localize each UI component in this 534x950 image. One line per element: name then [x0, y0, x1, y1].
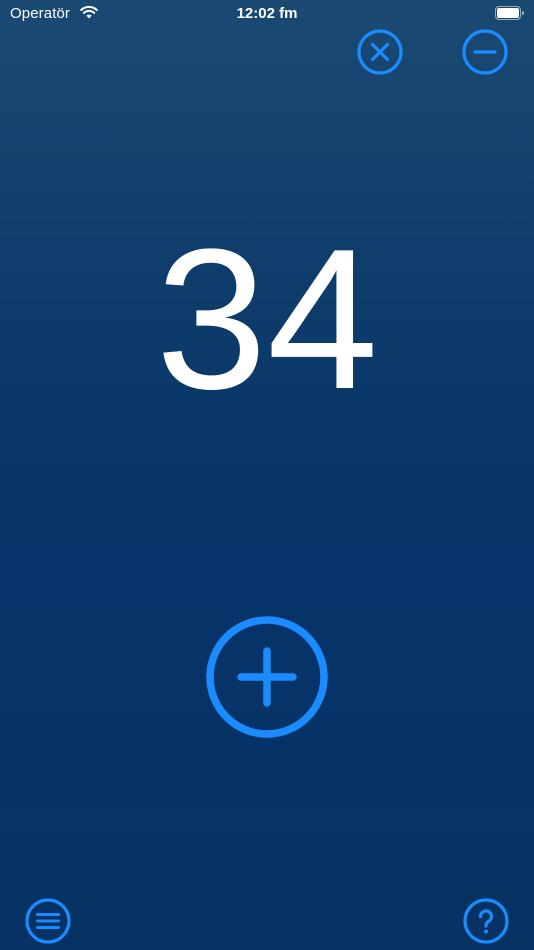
- reset-button[interactable]: [357, 29, 403, 75]
- status-bar: Operatör 12:02 fm: [0, 0, 534, 28]
- plus-circle-icon: [205, 615, 329, 739]
- question-circle-icon: [463, 898, 509, 944]
- battery-icon: [495, 6, 525, 21]
- status-time: 12:02 fm: [236, 5, 298, 22]
- minus-circle-icon: [462, 29, 508, 75]
- increment-button[interactable]: [205, 615, 329, 739]
- menu-button[interactable]: [25, 898, 71, 944]
- help-button[interactable]: [463, 898, 509, 944]
- decrement-button[interactable]: [462, 29, 508, 75]
- counter-value: 34: [155, 208, 379, 431]
- close-circle-icon: [357, 29, 403, 75]
- menu-circle-icon: [25, 898, 71, 944]
